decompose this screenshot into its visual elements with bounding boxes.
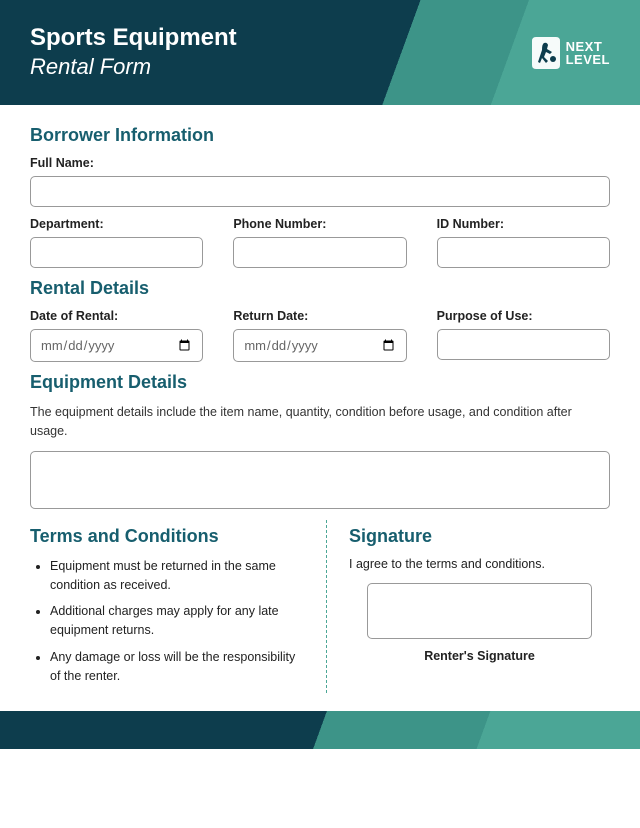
signature-box[interactable] [367,583,592,639]
department-input[interactable] [30,237,203,268]
equipment-section-title: Equipment Details [30,372,610,393]
signature-agree-text: I agree to the terms and conditions. [349,557,610,571]
equipment-input[interactable] [30,451,610,509]
terms-list: Equipment must be returned in the same c… [30,557,304,686]
logo-line1: NEXT [566,40,610,53]
id-input[interactable] [437,237,610,268]
phone-input[interactable] [233,237,406,268]
logo-line2: LEVEL [566,53,610,66]
signature-label: Renter's Signature [349,649,610,663]
return-date-label: Return Date: [233,309,406,323]
terms-item: Additional charges may apply for any lat… [50,602,304,640]
return-date-input[interactable] [233,329,406,362]
form-subtitle: Rental Form [30,53,237,82]
terms-section: Terms and Conditions Equipment must be r… [30,520,326,694]
bottom-row: Terms and Conditions Equipment must be r… [30,520,610,694]
rental-date-input[interactable] [30,329,203,362]
purpose-input[interactable] [437,329,610,360]
form-title: Sports Equipment [30,24,237,53]
purpose-label: Purpose of Use: [437,309,610,323]
equipment-description: The equipment details include the item n… [30,403,610,441]
id-label: ID Number: [437,217,610,231]
logo-icon [530,35,562,71]
form-footer [0,711,640,749]
terms-title: Terms and Conditions [30,526,304,547]
signature-section: Signature I agree to the terms and condi… [326,520,610,694]
terms-item: Equipment must be returned in the same c… [50,557,304,595]
phone-label: Phone Number: [233,217,406,231]
borrower-row: Department: Phone Number: ID Number: [30,217,610,268]
terms-item: Any damage or loss will be the responsib… [50,648,304,686]
fullname-group: Full Name: [30,156,610,207]
rental-row: Date of Rental: Return Date: Purpose of … [30,309,610,362]
signature-title: Signature [349,526,610,547]
logo: NEXT LEVEL [530,35,610,71]
department-label: Department: [30,217,203,231]
logo-text: NEXT LEVEL [566,40,610,66]
form-content: Borrower Information Full Name: Departme… [0,105,640,711]
fullname-input[interactable] [30,176,610,207]
borrower-section-title: Borrower Information [30,125,610,146]
header-text: Sports Equipment Rental Form [30,24,237,81]
form-header: Sports Equipment Rental Form NEXT LEVEL [0,0,640,105]
rental-section-title: Rental Details [30,278,610,299]
fullname-label: Full Name: [30,156,610,170]
rental-date-label: Date of Rental: [30,309,203,323]
